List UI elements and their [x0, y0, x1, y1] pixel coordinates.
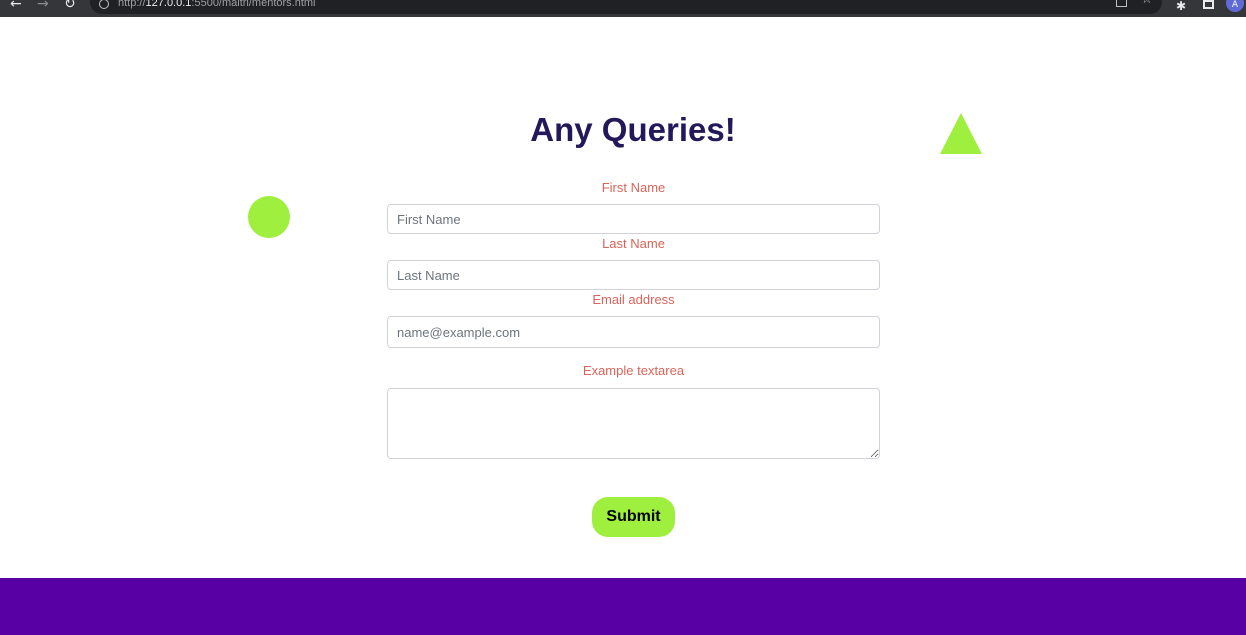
textarea-label: Example textarea: [582, 363, 685, 378]
url-text: http://127.0.0.1:5500/maitri/mentors.htm…: [118, 0, 316, 9]
url-host: 127.0.0.1: [145, 0, 192, 9]
address-bar[interactable]: http://127.0.0.1:5500/maitri/mentors.htm…: [90, 0, 1162, 14]
last-name-input[interactable]: [387, 260, 880, 290]
page-title: Any Queries!: [530, 111, 736, 148]
browser-toolbar: ← → ↻ http://127.0.0.1:5500/maitri/mento…: [0, 0, 1246, 17]
message-textarea[interactable]: [387, 388, 880, 459]
footer: [0, 578, 1246, 635]
site-info-icon[interactable]: [99, 0, 109, 9]
share-icon[interactable]: [1116, 0, 1127, 7]
reload-icon[interactable]: ↻: [64, 0, 76, 11]
back-icon[interactable]: ←: [10, 0, 22, 11]
decorative-circle: [248, 196, 290, 238]
side-panel-icon[interactable]: [1203, 0, 1214, 9]
bookmark-star-icon[interactable]: ☆: [1141, 0, 1153, 6]
last-name-label: Last Name: [602, 236, 665, 251]
profile-avatar[interactable]: A: [1226, 0, 1244, 12]
email-label: Email address: [592, 292, 675, 307]
first-name-input[interactable]: [387, 204, 880, 234]
submit-button[interactable]: Submit: [592, 497, 675, 537]
url-prefix: http://: [118, 0, 146, 9]
first-name-label: First Name: [601, 180, 666, 195]
email-input[interactable]: [387, 316, 880, 348]
forward-icon[interactable]: →: [37, 0, 49, 11]
url-path: :5500/maitri/mentors.html: [191, 0, 316, 9]
extensions-icon[interactable]: ✱: [1176, 0, 1186, 12]
